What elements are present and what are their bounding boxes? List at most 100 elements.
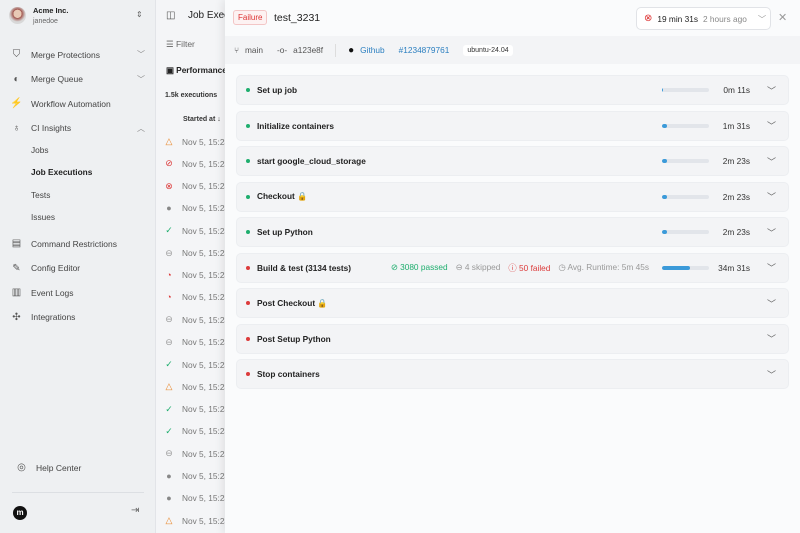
- table-row[interactable]: ✓ Nov 5, 15:23: [164, 426, 225, 437]
- step-row[interactable]: Post Checkout 🔒 ﹀: [236, 288, 789, 318]
- chevron-icon[interactable]: ︿: [137, 123, 145, 134]
- status-pending-icon: ●: [166, 492, 172, 503]
- sidebar-item-config-editor[interactable]: ✎ Config Editor: [10, 263, 145, 274]
- run-link[interactable]: #1234879761: [399, 45, 450, 55]
- table-row[interactable]: ● Nov 5, 15:23: [164, 471, 225, 481]
- status-warning-icon: △: [165, 381, 173, 392]
- table-row[interactable]: ◔ Nov 5, 15:23: [164, 270, 225, 280]
- chevron-down-icon[interactable]: ﹀: [767, 297, 776, 310]
- lifebuoy-icon: ◎: [17, 462, 26, 473]
- table-row[interactable]: ⊖ Nov 5, 15:23: [164, 314, 225, 325]
- table-row[interactable]: ⊖ Nov 5, 15:23: [164, 248, 225, 259]
- table-row[interactable]: △ Nov 5, 15:23: [164, 136, 225, 147]
- chevron-down-icon[interactable]: ﹀: [767, 332, 776, 345]
- status-dot: [246, 123, 250, 128]
- status-dot: [246, 301, 250, 305]
- document-icon: ▥: [11, 287, 22, 298]
- step-duration: 2m 23s: [722, 227, 750, 237]
- step-name: Initialize containers: [257, 120, 334, 131]
- job-detail-panel: Failure test_3231 ⊗ 19 min 31s 2 hours a…: [225, 0, 800, 533]
- table-row[interactable]: ✓ Nov 5, 15:23: [164, 225, 225, 236]
- step-row[interactable]: Stop containers ﹀: [236, 359, 789, 389]
- sidebar-toggle-icon[interactable]: ◫: [166, 10, 175, 21]
- step-duration: 1m 31s: [722, 120, 750, 131]
- sidebar-item-2[interactable]: ⚡ Workflow Automation: [10, 98, 145, 109]
- table-row[interactable]: ✓ Nov 5, 15:23: [164, 359, 225, 370]
- shield-check-icon: ⛉: [12, 49, 21, 60]
- chevron-down-icon[interactable]: ﹀: [767, 119, 776, 132]
- step-name: start google_cloud_storage: [257, 156, 366, 166]
- column-header-started-at[interactable]: Started at ↓: [183, 116, 221, 123]
- table-row[interactable]: ⊖ Nov 5, 15:23: [164, 448, 225, 459]
- divider: [12, 492, 144, 493]
- sidebar-subitem-2[interactable]: Tests: [31, 190, 50, 200]
- chevron-down-icon[interactable]: ﹀: [767, 226, 776, 239]
- step-row[interactable]: Set up job 0m 11s ﹀: [236, 75, 789, 105]
- chevron-down-icon: ﹀: [757, 13, 767, 24]
- tab-performance[interactable]: ▣ Performance: [166, 65, 225, 75]
- table-row[interactable]: ✓ Nov 5, 15:23: [164, 404, 225, 415]
- step-progress-bar: [661, 123, 709, 128]
- github-link[interactable]: Github: [360, 45, 384, 55]
- logout-icon[interactable]: ⇥: [131, 505, 139, 516]
- org-switcher[interactable]: Acme Inc. janedoe: [9, 6, 68, 25]
- table-row[interactable]: △ Nov 5, 15:23: [164, 515, 225, 526]
- status-timeout-icon: ◔: [166, 292, 172, 303]
- step-row[interactable]: start google_cloud_storage 2m 23s ﹀: [236, 146, 789, 176]
- close-icon[interactable]: ✕: [778, 11, 787, 24]
- table-row[interactable]: △ Nov 5, 15:23: [164, 381, 225, 392]
- username: janedoe: [33, 18, 58, 25]
- step-name: Post Checkout 🔒: [257, 297, 328, 308]
- chevron-icon[interactable]: ﹀: [137, 49, 145, 60]
- sidebar-subitem-0[interactable]: Jobs: [31, 145, 49, 155]
- table-row[interactable]: ⊘ Nov 5, 15:23: [164, 158, 225, 169]
- status-success-icon: ✓: [165, 425, 173, 436]
- sidebar-item-3[interactable]: ♁ CI Insights ︿: [10, 123, 145, 134]
- step-progress-bar: [661, 230, 709, 234]
- chevron-down-icon[interactable]: ﹀: [767, 261, 776, 274]
- help-center-link[interactable]: ◎ Help Center: [15, 462, 150, 473]
- chevron-down-icon[interactable]: ﹀: [767, 155, 776, 168]
- step-duration: 0m 11s: [723, 85, 750, 95]
- sidebar-item-0[interactable]: ⛉ Merge Protections ﹀: [10, 49, 145, 60]
- chevron-down-icon[interactable]: ﹀: [767, 84, 776, 97]
- job-meta: ⑂ main -o-a123e8f ● Github #1234879761 ubu…: [225, 36, 800, 64]
- status-dot: [246, 372, 250, 376]
- step-name: Set up Python: [257, 227, 313, 237]
- step-progress-bar: [661, 194, 709, 199]
- table-row[interactable]: ⊗ Nov 5, 15:23: [164, 181, 225, 192]
- failed-count: ⓘ 50 failed: [508, 262, 551, 273]
- table-row[interactable]: ● Nov 5, 15:23: [164, 203, 225, 213]
- sidebar-subitem-1[interactable]: Job Executions: [31, 167, 92, 177]
- table-row[interactable]: ◔ Nov 5, 15:23: [164, 292, 225, 302]
- chevron-down-icon[interactable]: ﹀: [767, 368, 776, 381]
- step-name: Stop containers: [257, 369, 320, 379]
- attempt-selector[interactable]: ⊗ 19 min 31s 2 hours ago ﹀: [636, 7, 771, 30]
- table-row[interactable]: ⊖ Nov 5, 15:23: [164, 337, 225, 348]
- table-row[interactable]: ● Nov 5, 15:23: [164, 493, 225, 503]
- step-row[interactable]: Post Setup Python ﹀: [236, 323, 789, 354]
- chevron-icon[interactable]: ﹀: [137, 74, 145, 85]
- sidebar-item-command-restrictions[interactable]: ▤ Command Restrictions: [10, 238, 145, 249]
- step-name: Build & test (3134 tests): [257, 262, 352, 273]
- step-duration: 2m 23s: [722, 191, 750, 202]
- step-row[interactable]: Checkout 🔒 2m 23s ﹀: [236, 181, 789, 212]
- sidebar-subitem-3[interactable]: Issues: [31, 212, 55, 222]
- status-success-icon: ✓: [165, 359, 173, 369]
- chevron-down-icon[interactable]: ﹀: [767, 190, 776, 203]
- step-row[interactable]: Initialize containers 1m 31s ﹀: [236, 110, 789, 141]
- status-badge: Failure: [233, 10, 268, 25]
- status-success-icon: ✓: [165, 225, 173, 236]
- step-duration: 34m 31s: [718, 262, 750, 273]
- sidebar-item-integrations[interactable]: ✣ Integrations: [10, 312, 145, 323]
- step-progress-bar: [661, 265, 709, 270]
- sidebar-item-event-logs[interactable]: ▥ Event Logs: [10, 287, 145, 298]
- status-dot: [246, 194, 250, 199]
- sidebar-item-1[interactable]: ◐ Merge Queue ﹀: [10, 74, 145, 85]
- skipped-count: ⊖ 4 skipped: [455, 261, 501, 272]
- step-row[interactable]: Build & test (3134 tests) ⊘ 3080 passed ⊖ …: [236, 252, 789, 283]
- step-row[interactable]: Set up Python 2m 23s ﹀: [236, 217, 789, 247]
- filter-button[interactable]: ☰ Filter: [166, 39, 195, 50]
- step-name: Checkout 🔒: [257, 191, 308, 201]
- chevron-updown-icon[interactable]: ⇕: [136, 10, 143, 19]
